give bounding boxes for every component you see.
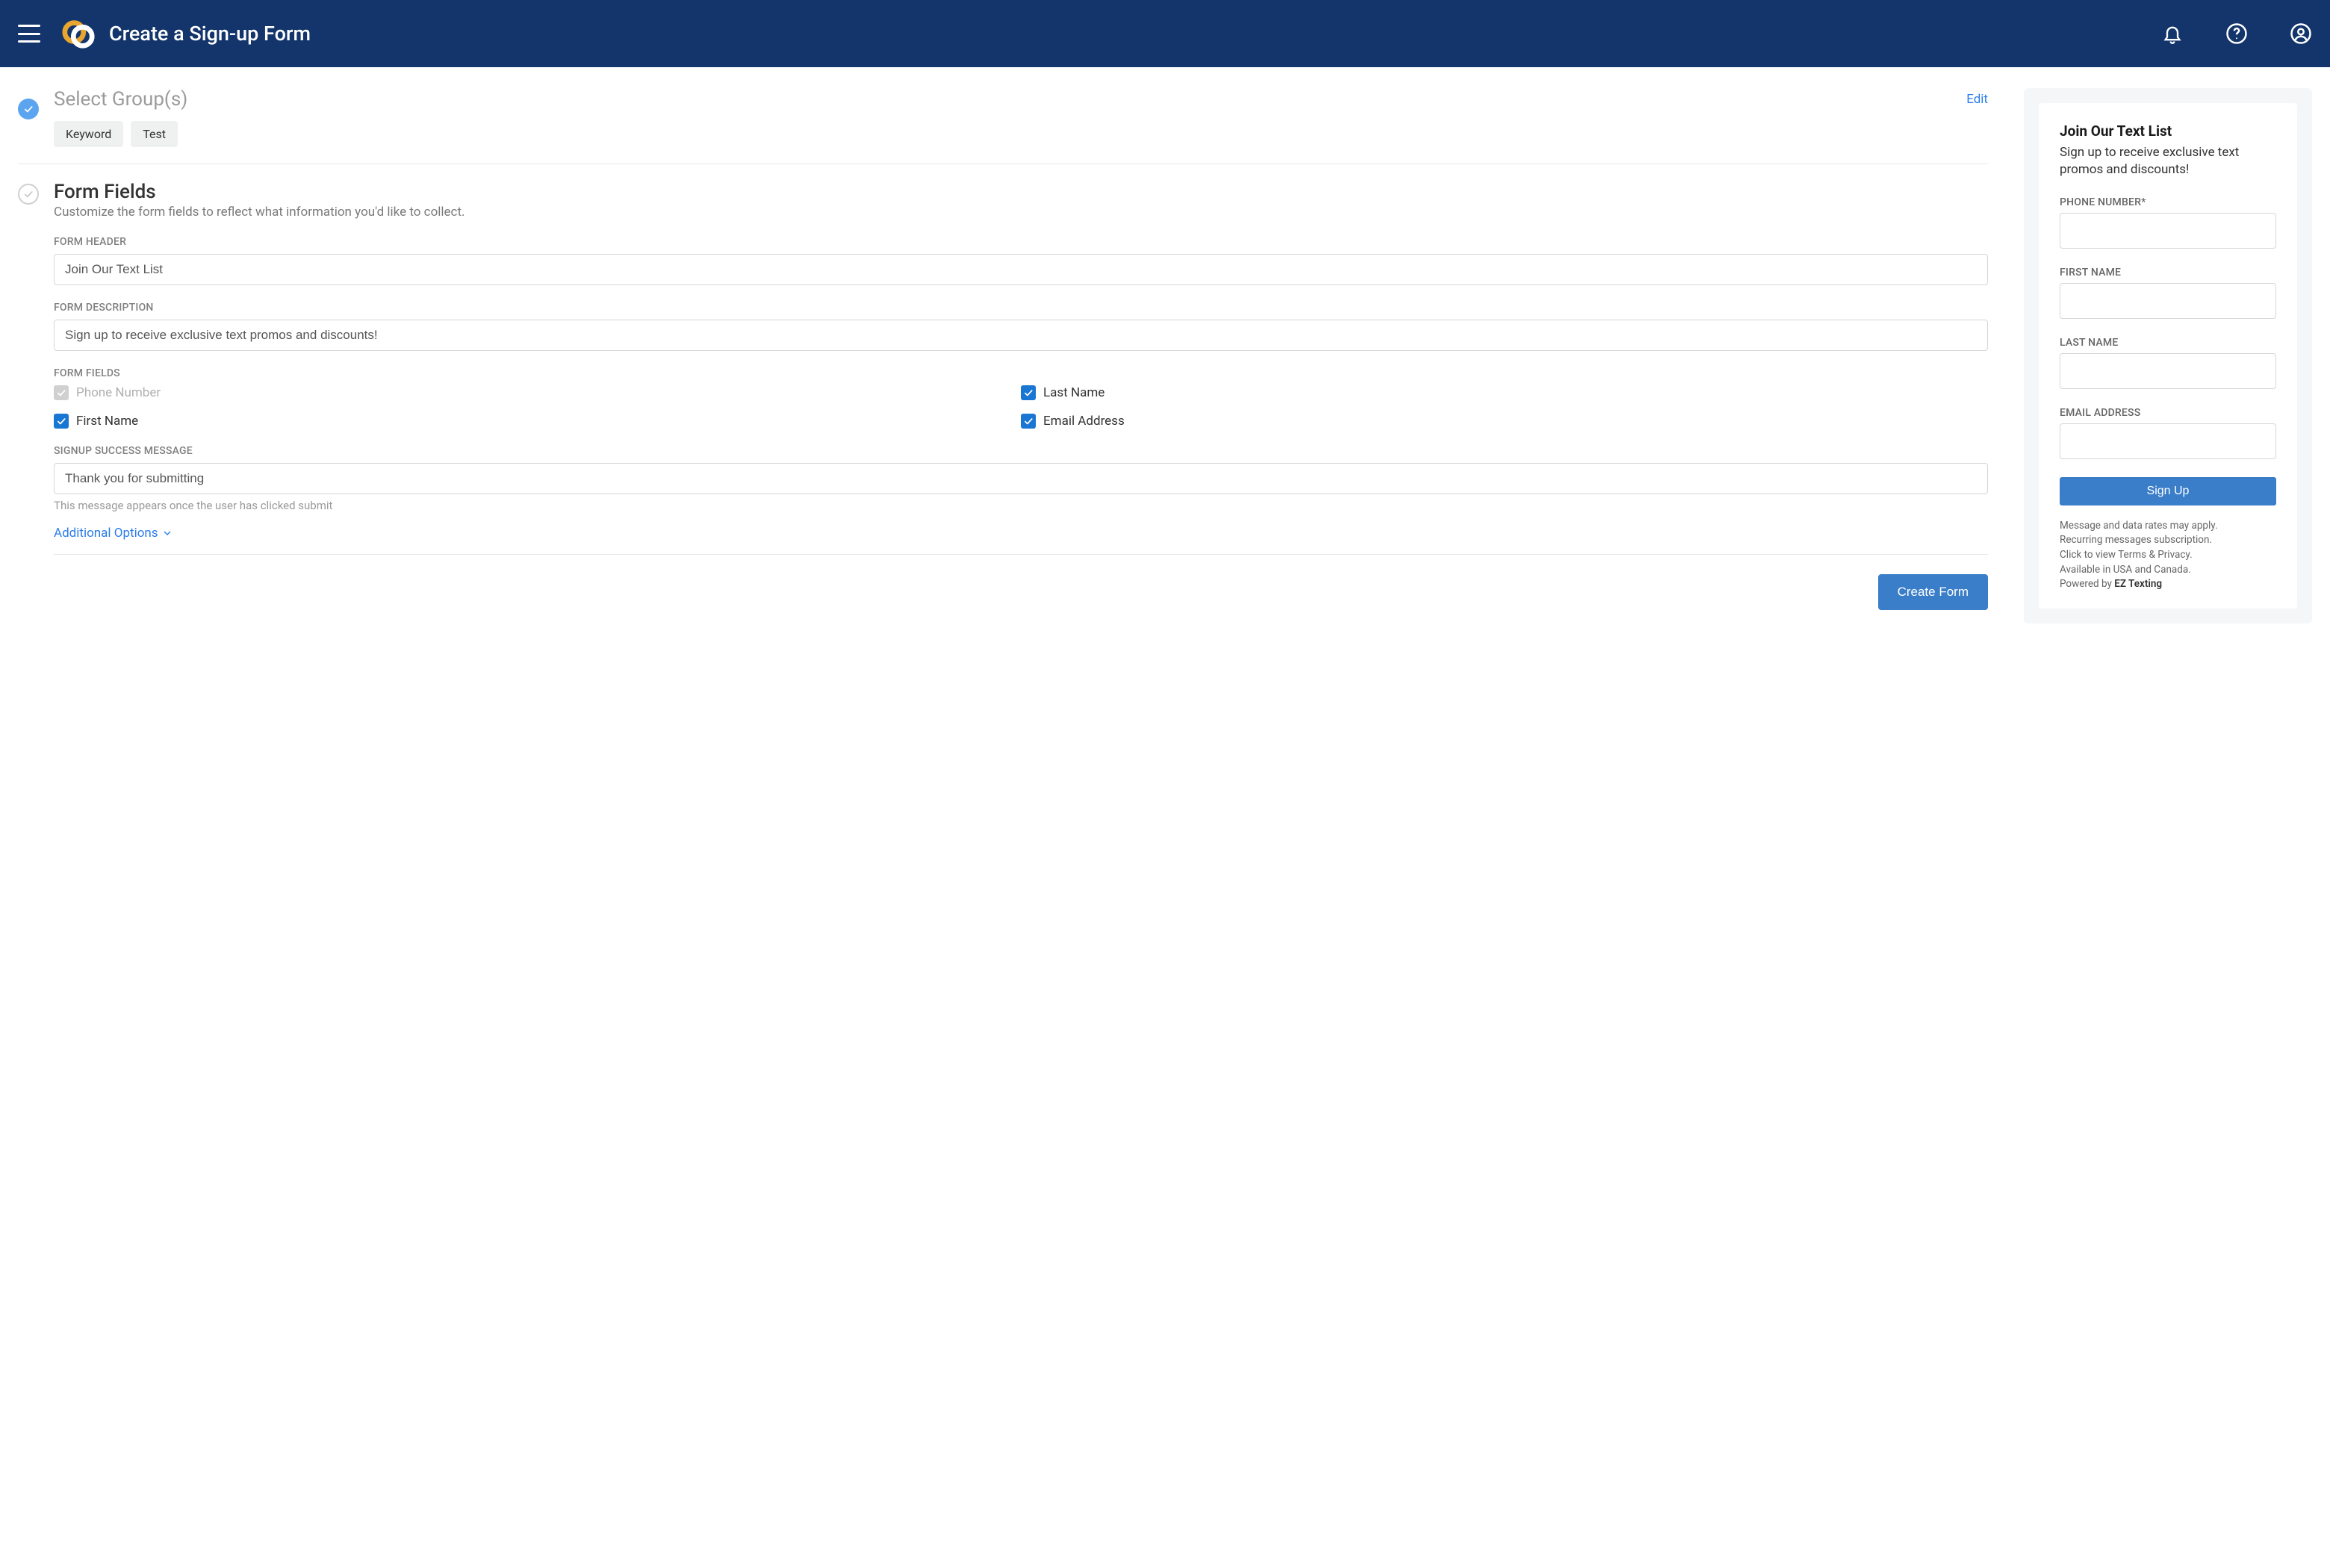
section-select-groups: Select Group(s) Edit Keyword Test bbox=[18, 88, 1988, 164]
help-icon[interactable] bbox=[2225, 22, 2248, 45]
preview-phone-label: PHONE NUMBER* bbox=[2060, 196, 2276, 208]
form-fields-title: Form Fields bbox=[54, 181, 1988, 203]
checkbox-first-name[interactable]: First Name bbox=[54, 414, 1021, 429]
fineprint-line: Powered by EZ Texting bbox=[2060, 577, 2276, 592]
checkbox-last-name[interactable]: Last Name bbox=[1021, 385, 1988, 400]
success-message-input[interactable] bbox=[54, 463, 1988, 494]
preview-email-input[interactable] bbox=[2060, 423, 2276, 459]
checkbox-icon[interactable] bbox=[1021, 414, 1036, 429]
step-done-icon bbox=[18, 99, 39, 119]
topbar: Create a Sign-up Form bbox=[0, 0, 2330, 67]
form-header-label: FORM HEADER bbox=[54, 236, 1988, 248]
success-message-label: SIGNUP SUCCESS MESSAGE bbox=[54, 445, 1988, 457]
preview-signup-button[interactable]: Sign Up bbox=[2060, 477, 2276, 505]
preview-email-label: EMAIL ADDRESS bbox=[2060, 407, 2276, 419]
preview-first-input[interactable] bbox=[2060, 283, 2276, 319]
fineprint-line: Available in USA and Canada. bbox=[2060, 563, 2276, 578]
fineprint-line: Click to view Terms & Privacy. bbox=[2060, 548, 2276, 563]
checkbox-icon[interactable] bbox=[1021, 385, 1036, 400]
checkbox-label: Email Address bbox=[1043, 414, 1125, 429]
page-title: Create a Sign-up Form bbox=[109, 22, 311, 46]
fineprint-line: Message and data rates may apply. bbox=[2060, 519, 2276, 534]
preview-first-label: FIRST NAME bbox=[2060, 267, 2276, 279]
form-fields-subtitle: Customize the form fields to reflect wha… bbox=[54, 205, 1988, 220]
edit-groups-link[interactable]: Edit bbox=[1966, 92, 1988, 107]
account-icon[interactable] bbox=[2290, 22, 2312, 45]
preview-last-label: LAST NAME bbox=[2060, 337, 2276, 349]
preview-phone-input[interactable] bbox=[2060, 213, 2276, 249]
checkbox-label: First Name bbox=[76, 414, 138, 429]
checkbox-icon[interactable] bbox=[54, 414, 69, 429]
form-description-input[interactable] bbox=[54, 320, 1988, 351]
select-groups-title: Select Group(s) bbox=[54, 88, 187, 111]
form-fields-label: FORM FIELDS bbox=[54, 367, 1988, 379]
success-message-helper: This message appears once the user has c… bbox=[54, 499, 1988, 512]
checkbox-label: Phone Number bbox=[76, 385, 161, 400]
preview-card: Join Our Text List Sign up to receive ex… bbox=[2039, 103, 2297, 609]
additional-options-label: Additional Options bbox=[54, 526, 158, 541]
chevron-down-icon bbox=[161, 527, 173, 539]
step-current-icon bbox=[18, 184, 39, 205]
preview-fineprint: Message and data rates may apply. Recurr… bbox=[2060, 519, 2276, 592]
checkbox-email-address[interactable]: Email Address bbox=[1021, 414, 1988, 429]
preview-title: Join Our Text List bbox=[2060, 122, 2276, 140]
checkbox-icon bbox=[54, 385, 69, 400]
group-chip[interactable]: Test bbox=[131, 121, 178, 147]
menu-icon[interactable] bbox=[18, 25, 40, 43]
create-form-button[interactable]: Create Form bbox=[1878, 574, 1988, 610]
preview-panel: Join Our Text List Sign up to receive ex… bbox=[2024, 88, 2312, 623]
preview-description: Sign up to receive exclusive text promos… bbox=[2060, 144, 2276, 178]
additional-options-toggle[interactable]: Additional Options bbox=[54, 526, 173, 541]
form-header-input[interactable] bbox=[54, 254, 1988, 285]
form-description-label: FORM DESCRIPTION bbox=[54, 302, 1988, 314]
preview-last-input[interactable] bbox=[2060, 353, 2276, 389]
fineprint-line: Recurring messages subscription. bbox=[2060, 533, 2276, 548]
bell-icon[interactable] bbox=[2161, 22, 2184, 45]
group-chips: Keyword Test bbox=[54, 121, 1988, 147]
group-chip[interactable]: Keyword bbox=[54, 121, 123, 147]
checkbox-phone-number: Phone Number bbox=[54, 385, 1021, 400]
checkbox-label: Last Name bbox=[1043, 385, 1105, 400]
brand-logo bbox=[61, 16, 96, 51]
section-form-fields: Form Fields Customize the form fields to… bbox=[18, 164, 1988, 626]
